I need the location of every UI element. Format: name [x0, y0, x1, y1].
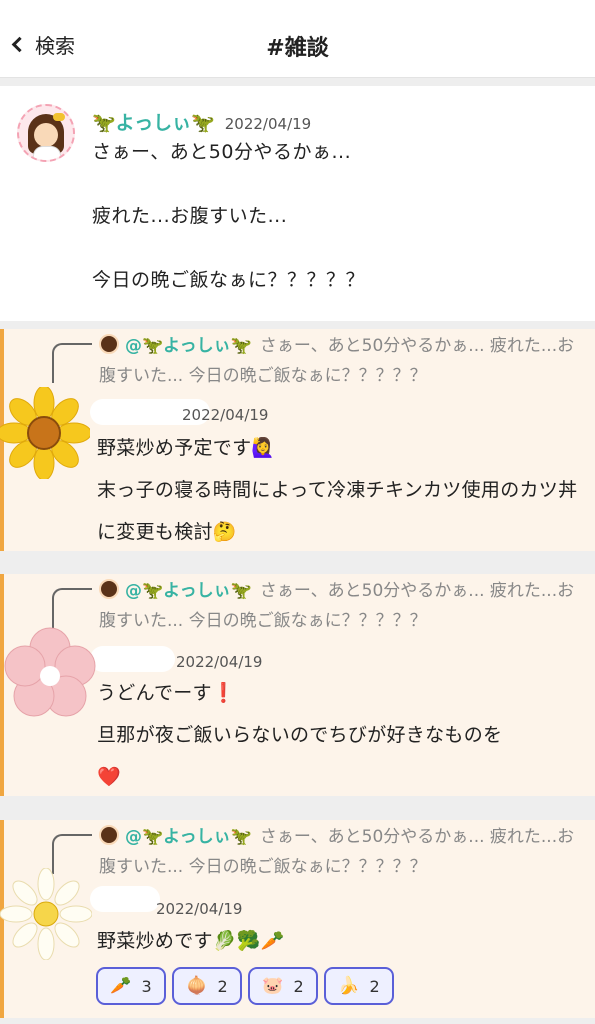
thread-line — [52, 343, 92, 383]
quote-mention: @🦖よっしぃ🦖 — [125, 827, 252, 847]
reply-text: 野菜炒め予定です🙋‍♀️ 末っ子の寝る時間によって冷凍チキンカツ使用のカツ丼に変… — [97, 437, 578, 543]
reply-text: うどんでーす❗️ 旦那が夜ご飯いらないのでちびが好きなものを ❤️ — [97, 682, 503, 788]
reply-card[interactable]: @🦖よっしぃ🦖 さぁー、あと50分やるかぁ... 疲れた...お腹すいた... 今… — [0, 329, 595, 551]
reply-date: 2022/04/19 — [176, 653, 263, 671]
pink-flower-icon — [4, 627, 96, 717]
reaction-count: 2 — [217, 976, 228, 996]
reaction-onion-button[interactable]: 🧅 2 — [172, 967, 242, 1005]
reaction-count: 2 — [369, 976, 380, 996]
quote-mention: @🦖よっしぃ🦖 — [125, 336, 252, 356]
pig-icon: 🐷 — [262, 976, 284, 996]
thread-line — [52, 588, 92, 628]
reaction-pig-button[interactable]: 🐷 2 — [248, 967, 318, 1005]
carrot-icon: 🥕 — [110, 976, 132, 996]
reaction-bar: 🥕 3 🧅 2 🐷 2 🍌 2 — [96, 967, 394, 1005]
reply-card[interactable]: @🦖よっしぃ🦖 さぁー、あと50分やるかぁ... 疲れた...お腹すいた... 今… — [0, 820, 595, 1018]
quoted-post[interactable]: @🦖よっしぃ🦖 さぁー、あと50分やるかぁ... 疲れた...お腹すいた... 今… — [99, 331, 579, 391]
reaction-banana-button[interactable]: 🍌 2 — [324, 967, 394, 1005]
quoted-post[interactable]: @🦖よっしぃ🦖 さぁー、あと50分やるかぁ... 疲れた...お腹すいた... 今… — [99, 576, 579, 636]
page-title: #雑談 — [266, 36, 329, 61]
top-bar: 検索 #雑談 — [0, 0, 595, 78]
post-username[interactable]: 🦖よっしぃ🦖 — [92, 108, 215, 135]
redacted-username — [90, 646, 175, 672]
avatar[interactable] — [17, 104, 75, 162]
reply-date: 2022/04/19 — [182, 406, 269, 424]
daisy-icon — [0, 868, 92, 960]
banana-icon: 🍌 — [338, 976, 360, 996]
post-header: 🦖よっしぃ🦖 2022/04/19 — [92, 108, 311, 135]
sunflower-icon — [0, 387, 90, 479]
quote-mention: @🦖よっしぃ🦖 — [125, 581, 252, 601]
quote-avatar — [99, 334, 119, 354]
reply-date: 2022/04/19 — [156, 900, 243, 918]
quoted-post[interactable]: @🦖よっしぃ🦖 さぁー、あと50分やるかぁ... 疲れた...お腹すいた... 今… — [99, 822, 579, 882]
post-text: さぁー、あと50分やるかぁ... 疲れた...お腹すいた... 今日の晩ご飯なぁ… — [92, 141, 366, 291]
reply-text: 野菜炒めです🥬🥦🥕 — [97, 930, 285, 952]
quote-avatar — [99, 825, 119, 845]
quote-avatar — [99, 579, 119, 599]
onion-icon: 🧅 — [186, 976, 208, 996]
reaction-count: 3 — [141, 976, 152, 996]
original-post: 🦖よっしぃ🦖 2022/04/19 さぁー、あと50分やるかぁ... 疲れた..… — [0, 86, 595, 321]
reply-card[interactable]: @🦖よっしぃ🦖 さぁー、あと50分やるかぁ... 疲れた...お腹すいた... 今… — [0, 574, 595, 796]
reaction-count: 2 — [293, 976, 304, 996]
reaction-carrot-button[interactable]: 🥕 3 — [96, 967, 166, 1005]
post-date: 2022/04/19 — [224, 115, 312, 133]
redacted-username — [90, 886, 160, 912]
